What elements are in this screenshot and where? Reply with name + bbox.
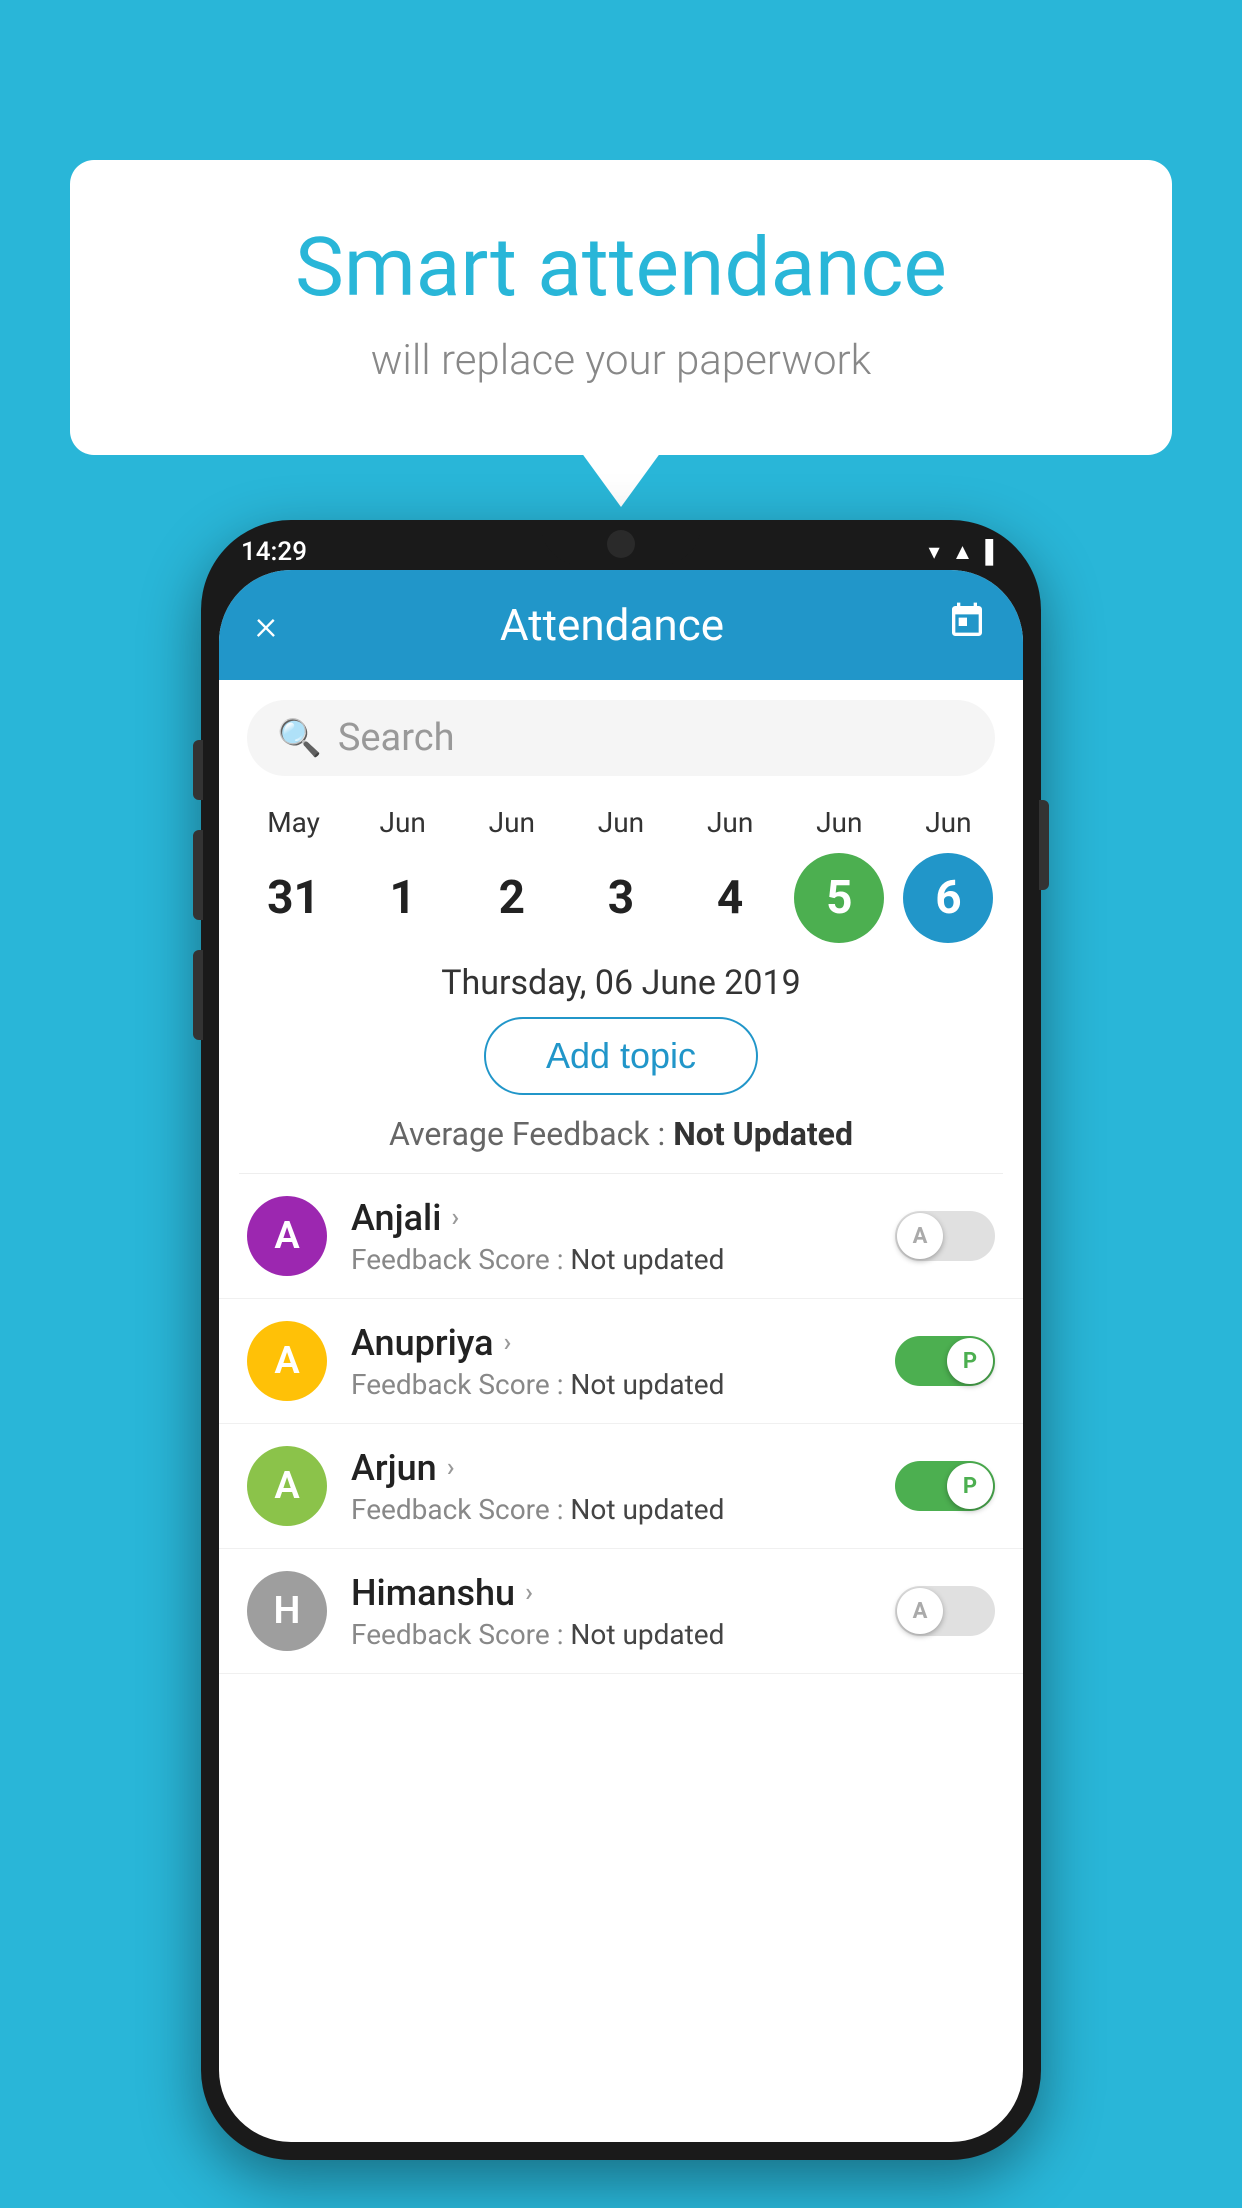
day-number: 4 — [685, 853, 775, 943]
day-number: 31 — [249, 853, 339, 943]
day-month: Jun — [489, 806, 535, 839]
student-name: Anjali › — [351, 1197, 871, 1239]
student-name: Anupriya › — [351, 1322, 871, 1364]
toggle-knob: A — [897, 1213, 943, 1259]
speech-bubble-container: Smart attendance will replace your paper… — [70, 160, 1172, 455]
phone-vol-up-button — [193, 830, 203, 920]
close-button[interactable]: × — [255, 601, 277, 650]
chevron-icon: › — [525, 1578, 533, 1608]
day-number: 6 — [903, 853, 993, 943]
phone-power-button — [1039, 800, 1049, 890]
calendar-day[interactable]: Jun 3 — [576, 806, 666, 943]
attendance-toggle[interactable]: P — [895, 1461, 995, 1511]
calendar-day[interactable]: Jun 5 — [794, 806, 884, 943]
attendance-toggle[interactable]: A — [895, 1586, 995, 1636]
student-row[interactable]: A Anupriya › Feedback Score : Not updated P — [219, 1299, 1023, 1424]
chevron-icon: › — [451, 1203, 459, 1233]
battery-icon: ▌ — [985, 539, 1001, 565]
calendar-day[interactable]: Jun 4 — [685, 806, 775, 943]
student-list: AAnjali ›Feedback Score : Not updatedAAA… — [219, 1174, 1023, 1674]
phone-camera — [607, 530, 635, 558]
search-placeholder: Search — [338, 716, 455, 760]
day-month: Jun — [707, 806, 753, 839]
calendar-day[interactable]: Jun 2 — [467, 806, 557, 943]
phone-outer: 14:29 ▾ ▲ ▌ × Attendance 🔍 — [201, 520, 1041, 2160]
student-feedback: Feedback Score : Not updated — [351, 1368, 871, 1401]
speech-bubble: Smart attendance will replace your paper… — [70, 160, 1172, 455]
calendar-icon[interactable] — [947, 601, 987, 650]
header-title: Attendance — [500, 599, 724, 651]
student-feedback: Feedback Score : Not updated — [351, 1243, 871, 1276]
toggle-knob: P — [947, 1463, 993, 1509]
selected-date: Thursday, 06 June 2019 — [219, 943, 1023, 1017]
student-info: Anupriya › Feedback Score : Not updated — [351, 1322, 871, 1401]
phone-screen: × Attendance 🔍 Search May31Jun1Jun2Jun3J… — [219, 570, 1023, 2142]
student-info: Arjun › Feedback Score : Not updated — [351, 1447, 871, 1526]
day-number: 3 — [576, 853, 666, 943]
phone-notch — [541, 520, 701, 565]
subtitle: will replace your paperwork — [150, 336, 1092, 385]
calendar-strip: May 31 Jun 1 Jun 2 Jun 3 Jun 4 Jun 5 Jun 6 — [219, 796, 1023, 943]
attendance-toggle[interactable]: A — [895, 1211, 995, 1261]
student-info: Anjali › Feedback Score : Not updated — [351, 1197, 871, 1276]
phone-vol-down-button — [193, 950, 203, 1040]
day-number: 5 — [794, 853, 884, 943]
chevron-icon: › — [447, 1453, 455, 1483]
student-name: Arjun › — [351, 1447, 871, 1489]
student-avatar: A — [247, 1196, 327, 1276]
add-topic-button[interactable]: Add topic — [484, 1017, 758, 1095]
student-info: Himanshu › Feedback Score : Not updated — [351, 1572, 871, 1651]
main-title: Smart attendance — [150, 220, 1092, 316]
feedback-value: Not updated — [570, 1243, 724, 1276]
student-feedback: Feedback Score : Not updated — [351, 1493, 871, 1526]
avg-feedback: Average Feedback : Not Updated — [219, 1115, 1023, 1153]
student-row[interactable]: H Himanshu › Feedback Score : Not updated A — [219, 1549, 1023, 1674]
search-icon: 🔍 — [277, 717, 322, 759]
student-row[interactable]: A Anjali › Feedback Score : Not updated A — [219, 1174, 1023, 1299]
phone-container: 14:29 ▾ ▲ ▌ × Attendance 🔍 — [201, 520, 1041, 2160]
phone-mute-button — [193, 740, 203, 800]
status-icons: ▾ ▲ ▌ — [929, 539, 1001, 565]
day-number: 1 — [358, 853, 448, 943]
calendar-day[interactable]: Jun 6 — [903, 806, 993, 943]
status-time: 14:29 — [241, 537, 307, 567]
student-avatar: A — [247, 1321, 327, 1401]
feedback-value: Not updated — [570, 1618, 724, 1651]
toggle-knob: A — [897, 1588, 943, 1634]
feedback-value: Not updated — [570, 1368, 724, 1401]
day-month: Jun — [598, 806, 644, 839]
student-avatar: A — [247, 1446, 327, 1526]
avg-feedback-value: Not Updated — [673, 1115, 853, 1153]
app-header: × Attendance — [219, 570, 1023, 680]
day-month: Jun — [380, 806, 426, 839]
student-row[interactable]: A Arjun › Feedback Score : Not updated P — [219, 1424, 1023, 1549]
avg-feedback-label: Average Feedback : — [389, 1115, 673, 1153]
chevron-icon: › — [504, 1328, 512, 1358]
attendance-toggle[interactable]: P — [895, 1336, 995, 1386]
student-avatar: H — [247, 1571, 327, 1651]
signal-icon: ▲ — [952, 539, 974, 565]
calendar-day[interactable]: Jun 1 — [358, 806, 448, 943]
feedback-value: Not updated — [570, 1493, 724, 1526]
day-month: Jun — [816, 806, 862, 839]
calendar-day[interactable]: May 31 — [249, 806, 339, 943]
student-name: Himanshu › — [351, 1572, 871, 1614]
day-month: Jun — [925, 806, 971, 839]
day-month: May — [267, 806, 320, 839]
toggle-knob: P — [947, 1338, 993, 1384]
student-feedback: Feedback Score : Not updated — [351, 1618, 871, 1651]
wifi-icon: ▾ — [929, 540, 940, 565]
day-number: 2 — [467, 853, 557, 943]
search-bar[interactable]: 🔍 Search — [247, 700, 995, 776]
